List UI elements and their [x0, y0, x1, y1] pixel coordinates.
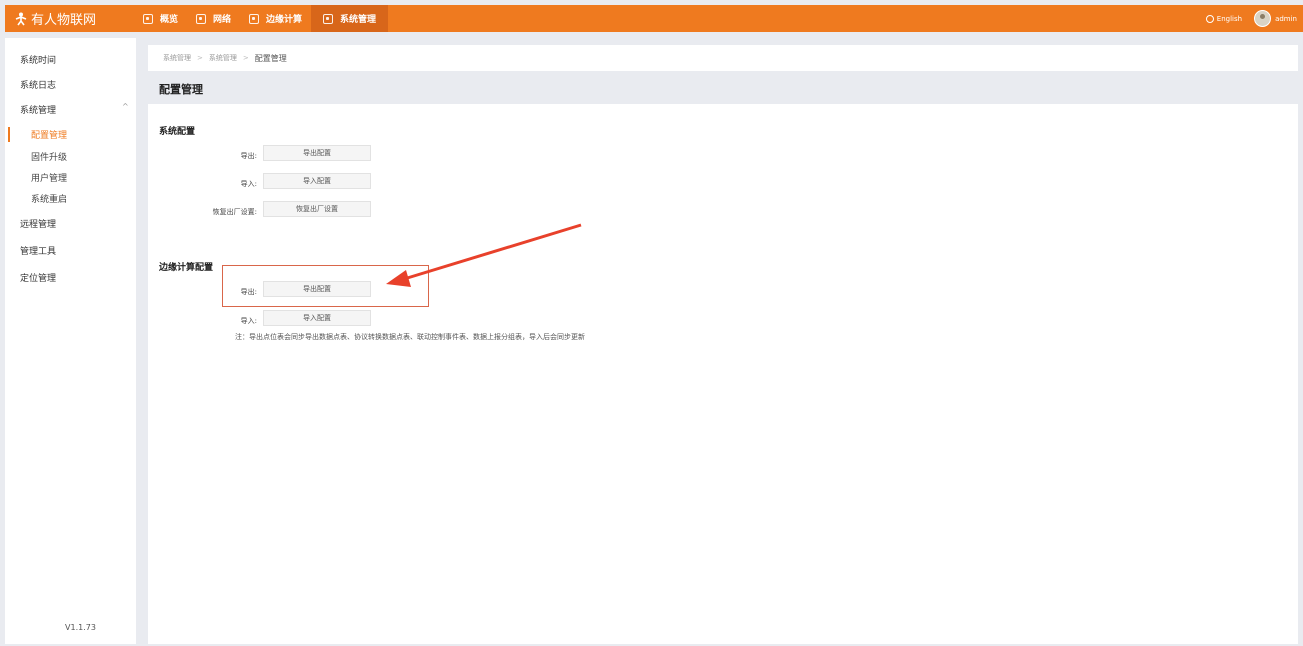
- sidebar-item-system-time[interactable]: 系统时间: [20, 53, 56, 66]
- version-label: V1.1.73: [65, 623, 96, 632]
- breadcrumb-separator: >: [242, 54, 249, 62]
- globe-icon: [1205, 14, 1214, 23]
- nav-label: 网络: [213, 15, 232, 25]
- breadcrumb-item[interactable]: 系统管理: [163, 53, 191, 63]
- nav-overview[interactable]: 概览: [134, 5, 187, 32]
- sidebar-item-system-reboot[interactable]: 系统重启: [31, 192, 67, 205]
- nav-label: 系统管理: [340, 15, 377, 25]
- logo-icon: [15, 12, 27, 25]
- breadcrumb-current: 配置管理: [254, 53, 287, 63]
- sidebar-item-location-management[interactable]: 定位管理: [20, 271, 56, 284]
- language-switch[interactable]: English: [1217, 15, 1242, 23]
- top-right-area: English admin: [1205, 10, 1297, 27]
- overview-icon: [143, 13, 153, 24]
- top-navigation-bar: 有人物联网 概览 网络 边缘计算 系统管理 English admin: [5, 5, 1303, 32]
- main-content: 系统配置 导出: 导出配置 导入: 导入配置 恢复出厂设置: 恢复出厂设置 边缘…: [148, 104, 1298, 644]
- edge-computing-icon: [249, 13, 260, 24]
- sidebar-item-system-log[interactable]: 系统日志: [20, 78, 56, 91]
- system-icon: [323, 13, 334, 24]
- page-title: 配置管理: [148, 75, 1298, 102]
- chevron-up-icon[interactable]: ^: [122, 102, 129, 111]
- sidebar-item-user-management[interactable]: 用户管理: [31, 171, 67, 184]
- avatar[interactable]: [1254, 10, 1272, 27]
- annotation-arrow-icon: [386, 223, 582, 287]
- sidebar-item-firmware-upgrade[interactable]: 固件升级: [31, 150, 67, 163]
- brand-logo[interactable]: 有人物联网: [14, 9, 134, 28]
- network-icon: [196, 13, 207, 24]
- sidebar-item-system-management[interactable]: 系统管理: [20, 103, 56, 116]
- nav-network[interactable]: 网络: [187, 5, 240, 32]
- nav-system-management[interactable]: 系统管理: [311, 5, 389, 32]
- sidebar-item-config-management[interactable]: 配置管理: [31, 128, 67, 141]
- nav-edge-computing[interactable]: 边缘计算: [240, 5, 311, 32]
- active-indicator: [8, 127, 10, 142]
- sidebar-item-remote-management[interactable]: 远程管理: [20, 217, 56, 230]
- breadcrumb-separator: >: [197, 54, 203, 62]
- main-nav: 概览 网络 边缘计算 系统管理: [134, 5, 389, 32]
- app-name: 有人物联网: [31, 13, 97, 28]
- nav-label: 概览: [160, 15, 179, 25]
- sidebar-item-management-tools[interactable]: 管理工具: [20, 244, 56, 257]
- breadcrumb: 系统管理 > 系统管理 > 配置管理: [148, 45, 1298, 71]
- sidebar: 系统时间 系统日志 系统管理 ^ 配置管理 固件升级 用户管理 系统重启 远程管…: [5, 38, 136, 644]
- nav-label: 边缘计算: [266, 15, 303, 25]
- username[interactable]: admin: [1275, 15, 1297, 23]
- breadcrumb-item[interactable]: 系统管理: [209, 53, 237, 63]
